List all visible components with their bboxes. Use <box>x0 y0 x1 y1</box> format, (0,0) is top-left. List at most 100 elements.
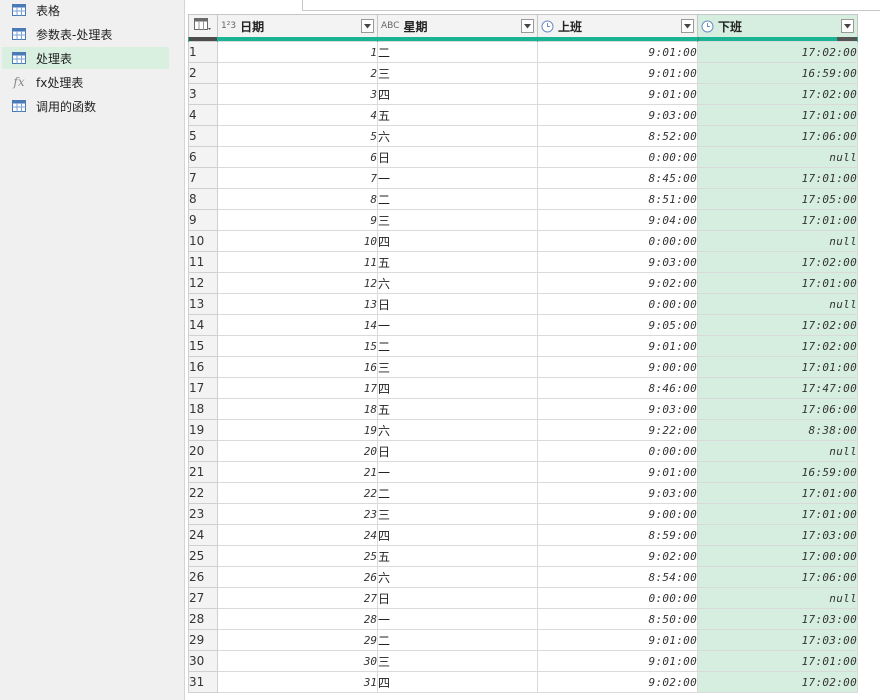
cell-weekday[interactable]: 日 <box>377 146 538 168</box>
row-number[interactable]: 31 <box>188 671 218 693</box>
cell-date[interactable]: 14 <box>217 314 378 336</box>
cell-clock-out[interactable]: 17:01:00 <box>697 482 858 504</box>
row-number[interactable]: 13 <box>188 293 218 315</box>
cell-clock-out[interactable]: 17:47:00 <box>697 377 858 399</box>
table-row[interactable]: 16 16 三 9:00:00 17:01:00 <box>188 356 858 378</box>
cell-weekday[interactable]: 一 <box>377 461 538 483</box>
cell-clock-in[interactable]: 9:02:00 <box>537 671 698 693</box>
table-row[interactable]: 28 28 一 8:50:00 17:03:00 <box>188 608 858 630</box>
cell-weekday[interactable]: 三 <box>377 356 538 378</box>
cell-weekday[interactable]: 四 <box>377 524 538 546</box>
cell-date[interactable]: 21 <box>217 461 378 483</box>
table-row[interactable]: 12 12 六 9:02:00 17:01:00 <box>188 272 858 294</box>
cell-clock-in[interactable]: 8:59:00 <box>537 524 698 546</box>
cell-weekday[interactable]: 日 <box>377 587 538 609</box>
column-header-weekday[interactable]: ABC 星期 <box>377 14 538 37</box>
cell-clock-in[interactable]: 9:03:00 <box>537 398 698 420</box>
cell-clock-in[interactable]: 9:03:00 <box>537 104 698 126</box>
cell-date[interactable]: 3 <box>217 83 378 105</box>
query-item-invoked-function[interactable]: 调用的函数 <box>2 95 169 117</box>
cell-clock-out[interactable]: null <box>697 293 858 315</box>
cell-weekday[interactable]: 六 <box>377 272 538 294</box>
cell-weekday[interactable]: 四 <box>377 377 538 399</box>
cell-clock-out[interactable]: null <box>697 587 858 609</box>
cell-clock-out[interactable]: 16:59:00 <box>697 461 858 483</box>
cell-date[interactable]: 9 <box>217 209 378 231</box>
row-number[interactable]: 4 <box>188 104 218 126</box>
cell-weekday[interactable]: 二 <box>377 335 538 357</box>
cell-clock-in[interactable]: 9:00:00 <box>537 503 698 525</box>
row-number[interactable]: 29 <box>188 629 218 651</box>
table-row[interactable]: 7 7 一 8:45:00 17:01:00 <box>188 167 858 189</box>
time-type-icon[interactable] <box>541 20 554 33</box>
cell-date[interactable]: 28 <box>217 608 378 630</box>
cell-clock-in[interactable]: 9:02:00 <box>537 272 698 294</box>
cell-clock-in[interactable]: 9:05:00 <box>537 314 698 336</box>
cell-clock-out[interactable]: null <box>697 146 858 168</box>
table-menu-corner[interactable] <box>188 14 218 37</box>
row-number[interactable]: 17 <box>188 377 218 399</box>
cell-clock-in[interactable]: 9:22:00 <box>537 419 698 441</box>
cell-clock-out[interactable]: 17:02:00 <box>697 335 858 357</box>
query-item-table[interactable]: 表格 <box>2 0 169 21</box>
cell-weekday[interactable]: 一 <box>377 314 538 336</box>
row-number[interactable]: 10 <box>188 230 218 252</box>
cell-clock-out[interactable]: 8:38:00 <box>697 419 858 441</box>
table-row[interactable]: 5 5 六 8:52:00 17:06:00 <box>188 125 858 147</box>
table-row[interactable]: 19 19 六 9:22:00 8:38:00 <box>188 419 858 441</box>
row-number[interactable]: 26 <box>188 566 218 588</box>
table-row[interactable]: 10 10 四 0:00:00 null <box>188 230 858 252</box>
cell-date[interactable]: 23 <box>217 503 378 525</box>
row-number[interactable]: 24 <box>188 524 218 546</box>
time-type-icon[interactable] <box>701 20 714 33</box>
table-row[interactable]: 27 27 日 0:00:00 null <box>188 587 858 609</box>
cell-date[interactable]: 2 <box>217 62 378 84</box>
cell-weekday[interactable]: 四 <box>377 230 538 252</box>
cell-date[interactable]: 6 <box>217 146 378 168</box>
table-row[interactable]: 29 29 二 9:01:00 17:03:00 <box>188 629 858 651</box>
table-row[interactable]: 15 15 二 9:01:00 17:02:00 <box>188 335 858 357</box>
cell-clock-out[interactable]: 17:01:00 <box>697 104 858 126</box>
cell-date[interactable]: 5 <box>217 125 378 147</box>
cell-weekday[interactable]: 三 <box>377 650 538 672</box>
cell-date[interactable]: 10 <box>217 230 378 252</box>
row-number[interactable]: 9 <box>188 209 218 231</box>
table-row[interactable]: 1 1 二 9:01:00 17:02:00 <box>188 41 858 63</box>
cell-clock-out[interactable]: 17:01:00 <box>697 503 858 525</box>
row-number[interactable]: 15 <box>188 335 218 357</box>
cell-clock-in[interactable]: 0:00:00 <box>537 230 698 252</box>
cell-clock-out[interactable]: 17:03:00 <box>697 608 858 630</box>
table-row[interactable]: 14 14 一 9:05:00 17:02:00 <box>188 314 858 336</box>
cell-clock-out[interactable]: 17:01:00 <box>697 356 858 378</box>
cell-clock-out[interactable]: 17:01:00 <box>697 209 858 231</box>
table-row[interactable]: 24 24 四 8:59:00 17:03:00 <box>188 524 858 546</box>
table-row[interactable]: 11 11 五 9:03:00 17:02:00 <box>188 251 858 273</box>
row-number[interactable]: 12 <box>188 272 218 294</box>
cell-clock-in[interactable]: 8:50:00 <box>537 608 698 630</box>
query-item-fx-processing-table[interactable]: fx fx处理表 <box>2 71 169 93</box>
cell-date[interactable]: 25 <box>217 545 378 567</box>
row-number[interactable]: 30 <box>188 650 218 672</box>
column-header-clock-in[interactable]: 上班 <box>537 14 698 37</box>
row-number[interactable]: 1 <box>188 41 218 63</box>
row-number[interactable]: 27 <box>188 587 218 609</box>
cell-clock-out[interactable]: 17:02:00 <box>697 41 858 63</box>
cell-clock-out[interactable]: null <box>697 230 858 252</box>
cell-clock-out[interactable]: 16:59:00 <box>697 62 858 84</box>
table-row[interactable]: 9 9 三 9:04:00 17:01:00 <box>188 209 858 231</box>
query-item-param-table[interactable]: 参数表-处理表 <box>2 23 169 45</box>
row-number[interactable]: 11 <box>188 251 218 273</box>
cell-weekday[interactable]: 一 <box>377 167 538 189</box>
cell-date[interactable]: 22 <box>217 482 378 504</box>
cell-date[interactable]: 1 <box>217 41 378 63</box>
table-row[interactable]: 6 6 日 0:00:00 null <box>188 146 858 168</box>
formula-bar[interactable] <box>302 0 880 11</box>
cell-clock-in[interactable]: 8:54:00 <box>537 566 698 588</box>
cell-clock-out[interactable]: 17:03:00 <box>697 524 858 546</box>
cell-weekday[interactable]: 四 <box>377 671 538 693</box>
cell-clock-out[interactable]: 17:01:00 <box>697 650 858 672</box>
cell-clock-in[interactable]: 9:01:00 <box>537 62 698 84</box>
filter-dropdown-button[interactable] <box>681 19 694 33</box>
cell-weekday[interactable]: 二 <box>377 188 538 210</box>
cell-date[interactable]: 8 <box>217 188 378 210</box>
